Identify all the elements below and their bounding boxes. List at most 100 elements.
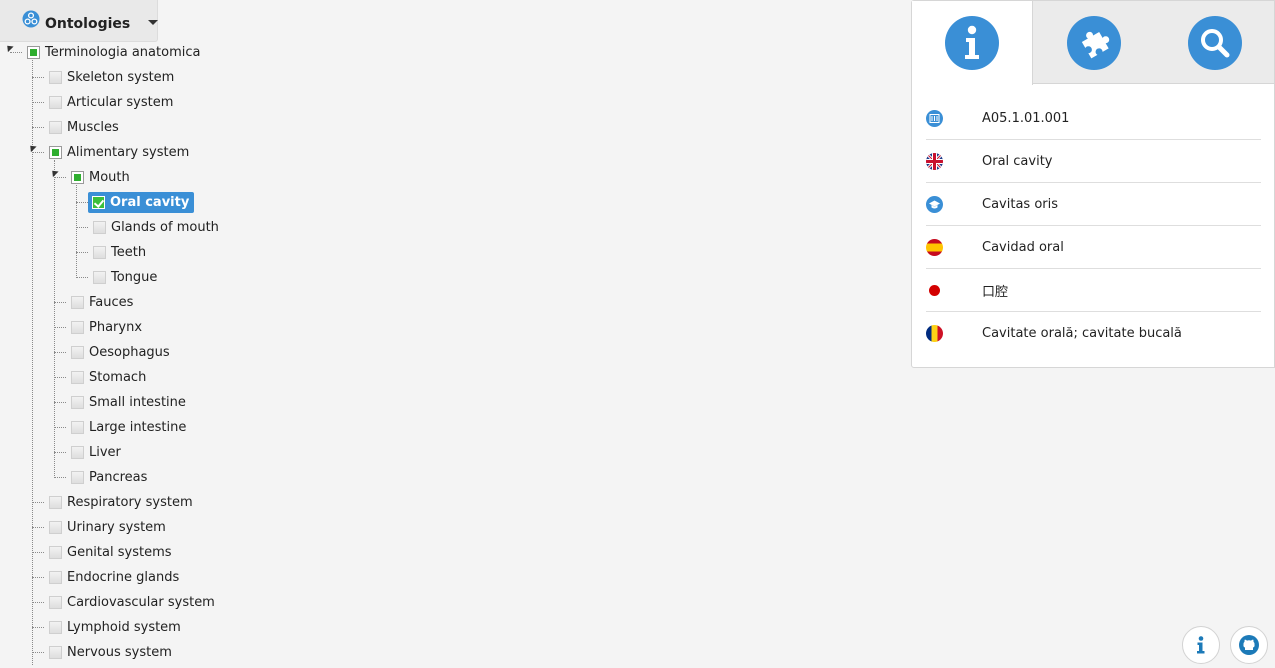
tree-connector xyxy=(32,552,44,553)
checkbox[interactable] xyxy=(93,220,106,234)
checkbox[interactable] xyxy=(49,570,62,584)
tree-node-label: Mouth xyxy=(89,169,130,185)
tree-node-label: Nervous system xyxy=(67,644,172,660)
tree-connector xyxy=(54,160,55,478)
tree-node-nervous-system[interactable]: Nervous system xyxy=(49,642,172,662)
tree-node-respiratory-system[interactable]: Respiratory system xyxy=(49,492,193,512)
checkbox[interactable] xyxy=(71,445,84,459)
tab-info[interactable] xyxy=(912,1,1033,85)
tree-connector xyxy=(32,152,44,153)
checkbox[interactable] xyxy=(49,120,62,134)
checkbox-checked[interactable] xyxy=(92,196,105,209)
tab-puzzle[interactable] xyxy=(1033,1,1154,84)
about-button[interactable] xyxy=(1182,626,1220,664)
tree-node-label: Pharynx xyxy=(89,319,143,335)
tree-node-small-intestine[interactable]: Small intestine xyxy=(71,392,186,412)
puzzle-icon xyxy=(1066,15,1121,70)
tree-node-large-intestine[interactable]: Large intestine xyxy=(71,417,186,437)
term-english: Oral cavity xyxy=(982,153,1053,169)
checkbox[interactable] xyxy=(71,320,84,334)
checkbox[interactable] xyxy=(49,645,62,659)
tree-node-label: Terminologia anatomica xyxy=(45,44,201,60)
graduation-cap-icon xyxy=(926,195,982,213)
checkbox[interactable] xyxy=(71,420,84,434)
term-row-romanian: Cavitate orală; cavitate bucală xyxy=(926,312,1261,355)
tree-node-label: Urinary system xyxy=(67,519,166,535)
tree-node-alimentary-system[interactable]: Alimentary system xyxy=(49,142,189,162)
collapse-toggle-root[interactable] xyxy=(4,42,14,53)
checkbox[interactable] xyxy=(49,545,62,559)
term-row-code: A05.1.01.001 xyxy=(926,97,1261,140)
checkbox[interactable] xyxy=(71,345,84,359)
tree-node-teeth[interactable]: Teeth xyxy=(93,242,146,262)
tree-node-glands-of-mouth[interactable]: Glands of mouth xyxy=(93,217,219,237)
checkbox[interactable] xyxy=(49,620,62,634)
collapse-toggle-mouth[interactable] xyxy=(49,167,59,178)
tree-node-label: Large intestine xyxy=(89,419,187,435)
collapse-toggle-alimentary[interactable] xyxy=(27,142,37,153)
github-button[interactable] xyxy=(1230,626,1268,664)
tree-connector xyxy=(54,327,66,328)
uk-flag-icon xyxy=(926,152,982,170)
tree-connector xyxy=(76,185,77,278)
checkbox[interactable] xyxy=(93,270,106,284)
tree-node-lymphoid-system[interactable]: Lymphoid system xyxy=(49,617,181,637)
checkbox[interactable] xyxy=(71,370,84,384)
checkbox[interactable] xyxy=(71,295,84,309)
checkbox-partial[interactable] xyxy=(27,45,40,59)
tree-node-liver[interactable]: Liver xyxy=(71,442,121,462)
romania-flag-icon xyxy=(926,325,982,342)
tree-node-root[interactable]: Terminologia anatomica xyxy=(27,42,200,62)
tree-node-cardiovascular-system[interactable]: Cardiovascular system xyxy=(49,592,215,612)
tree-node-oesophagus[interactable]: Oesophagus xyxy=(71,342,170,362)
tree-node-oral-cavity[interactable]: Oral cavity xyxy=(88,192,195,213)
checkbox-partial[interactable] xyxy=(71,170,84,184)
ontologies-dropdown-button[interactable]: Ontologies xyxy=(0,0,159,42)
checkbox-partial[interactable] xyxy=(49,145,62,159)
tree-node-muscles[interactable]: Muscles xyxy=(49,117,119,137)
tree-node-skeleton-system[interactable]: Skeleton system xyxy=(49,67,174,87)
panel-tabs xyxy=(912,1,1275,85)
tree-node-fauces[interactable]: Fauces xyxy=(71,292,133,312)
tree-node-pancreas[interactable]: Pancreas xyxy=(71,467,147,487)
info-panel: A05.1.01.001 Oral cavity Cavitas oris Ca… xyxy=(911,0,1275,368)
tab-search[interactable] xyxy=(1154,1,1275,84)
term-romanian: Cavitate orală; cavitate bucală xyxy=(982,326,1182,341)
tree-node-label: Oral cavity xyxy=(110,195,190,210)
checkbox[interactable] xyxy=(71,470,84,484)
tree-connector xyxy=(76,252,88,253)
tree-connector xyxy=(32,77,44,78)
tree-node-label: Stomach xyxy=(89,369,147,385)
barcode-icon xyxy=(926,109,982,127)
tree-node-label: Pancreas xyxy=(89,469,148,485)
tree-node-tongue[interactable]: Tongue xyxy=(93,267,157,287)
tree-node-pharynx[interactable]: Pharynx xyxy=(71,317,142,337)
info-icon xyxy=(945,16,999,70)
tree-connector xyxy=(32,502,44,503)
checkbox[interactable] xyxy=(71,395,84,409)
checkbox[interactable] xyxy=(49,95,62,109)
checkbox[interactable] xyxy=(93,245,106,259)
tree-node-label: Endocrine glands xyxy=(67,569,180,585)
github-icon xyxy=(1238,634,1260,656)
tree-connector xyxy=(54,402,66,403)
tree-node-stomach[interactable]: Stomach xyxy=(71,367,146,387)
checkbox[interactable] xyxy=(49,70,62,84)
tree-node-label: Alimentary system xyxy=(67,144,190,160)
tree-node-label: Liver xyxy=(89,444,121,460)
tree-node-articular-system[interactable]: Articular system xyxy=(49,92,173,112)
tree-node-urinary-system[interactable]: Urinary system xyxy=(49,517,166,537)
tree-node-genital-systems[interactable]: Genital systems xyxy=(49,542,172,562)
tree-connector xyxy=(54,177,66,178)
tree-node-label: Glands of mouth xyxy=(111,219,219,235)
checkbox[interactable] xyxy=(49,595,62,609)
checkbox[interactable] xyxy=(49,520,62,534)
ontology-icon xyxy=(22,10,40,28)
ontologies-label: Ontologies xyxy=(45,15,131,32)
tree-connector xyxy=(32,577,44,578)
tree-node-endocrine-glands[interactable]: Endocrine glands xyxy=(49,567,179,587)
tree-connector xyxy=(32,102,44,103)
checkbox[interactable] xyxy=(49,495,62,509)
tree-node-mouth[interactable]: Mouth xyxy=(71,167,130,187)
term-japanese: 口腔 xyxy=(982,284,1009,300)
